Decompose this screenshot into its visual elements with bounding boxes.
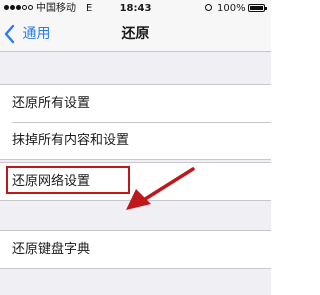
battery-percent: 100%	[217, 3, 246, 14]
page-title: 还原	[121, 26, 150, 42]
cell-label: 还原所有设置	[12, 96, 91, 111]
red-arrow-icon	[126, 167, 195, 210]
status-bar: 中国移动 E 18:43 100%	[0, 0, 271, 17]
cell-label: 还原键盘字典	[12, 242, 91, 257]
battery-icon	[248, 4, 267, 12]
settings-group-keyboard: 还原键盘字典	[0, 230, 271, 269]
alarm-icon	[205, 4, 212, 11]
highlight-box	[6, 166, 130, 194]
navigation-bar: 通用 还原	[0, 17, 271, 52]
reset-all-settings-cell[interactable]: 还原所有设置	[0, 85, 271, 122]
settings-screen: 中国移动 E 18:43 100% 通用 还原 还原所有设置 抹掉所有内容和设置…	[0, 0, 271, 295]
reset-keyboard-dictionary-cell[interactable]: 还原键盘字典	[0, 231, 271, 268]
cell-label: 抹掉所有内容和设置	[12, 133, 130, 148]
erase-all-content-cell[interactable]: 抹掉所有内容和设置	[0, 122, 271, 159]
settings-group-reset: 还原所有设置 抹掉所有内容和设置	[0, 84, 271, 160]
